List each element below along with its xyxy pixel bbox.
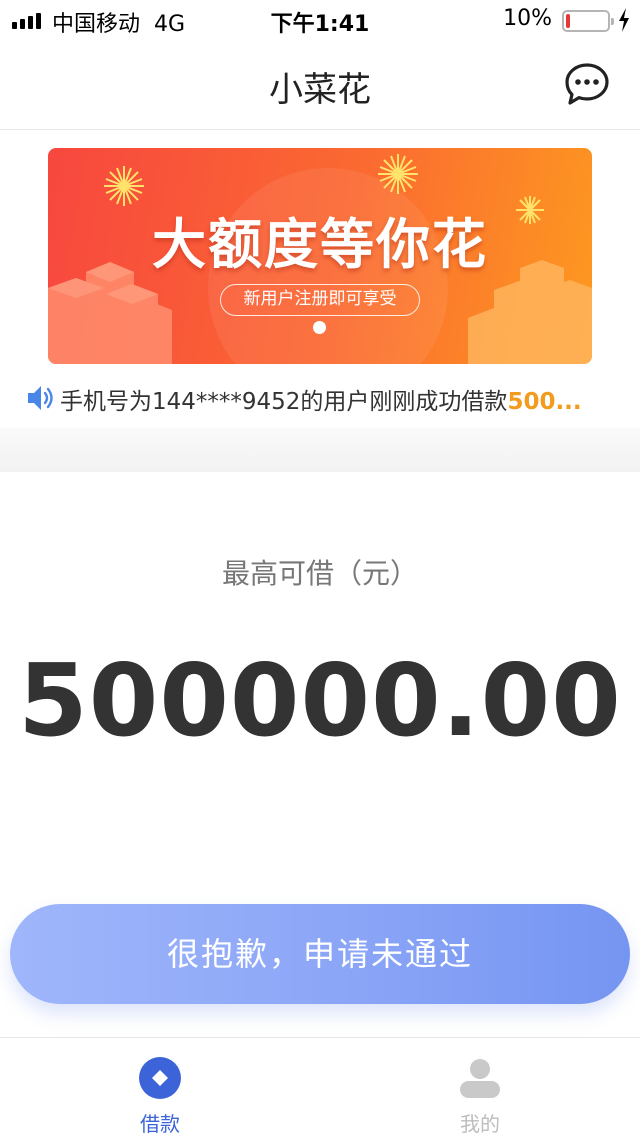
battery-icon [562, 10, 614, 32]
battery-percent: 10% [503, 6, 552, 31]
banner-subtext: 新用户注册即可享受 [220, 284, 420, 316]
banner-headline: 大额度等你花 [152, 213, 488, 276]
notice-message: 手机号为144****9452的用户刚刚成功借款 [60, 389, 508, 415]
loan-limit-card: 最高可借（元） 500000.00 很抱歉，申请未通过 [0, 472, 640, 1037]
tab-loan-label: 借款 [140, 1112, 180, 1136]
tab-bar: 借款 我的 [0, 1037, 640, 1136]
carousel-indicator-dot[interactable] [313, 321, 326, 334]
user-profile-icon [460, 1059, 500, 1098]
promo-banner[interactable]: 大额度等你花 新用户注册即可享受 [48, 148, 592, 364]
notice-text: 手机号为144****9452的用户刚刚成功借款500... [60, 382, 582, 416]
tab-loan[interactable]: 借款 [0, 1038, 320, 1136]
tab-mine[interactable]: 我的 [320, 1038, 640, 1136]
application-status-button[interactable]: 很抱歉，申请未通过 [10, 904, 630, 1004]
nav-bar: 小菜花 [0, 40, 640, 130]
battery-fill [566, 14, 570, 28]
tab-mine-label: 我的 [460, 1112, 500, 1136]
speaker-icon [28, 386, 53, 410]
loan-diamond-icon [139, 1057, 181, 1099]
page-title: 小菜花 [269, 70, 371, 110]
notice-amount: 500... [507, 389, 582, 415]
section-divider [0, 428, 640, 472]
limit-label: 最高可借（元） [221, 557, 418, 590]
loan-notice-marquee: 手机号为144****9452的用户刚刚成功借款500... [0, 378, 640, 418]
limit-amount: 500000.00 [18, 642, 622, 759]
charging-bolt-icon [619, 8, 629, 32]
chat-bubble-more-icon[interactable] [564, 62, 610, 106]
status-bar: 中国移动 4G 下午1:41 10% [0, 0, 640, 40]
